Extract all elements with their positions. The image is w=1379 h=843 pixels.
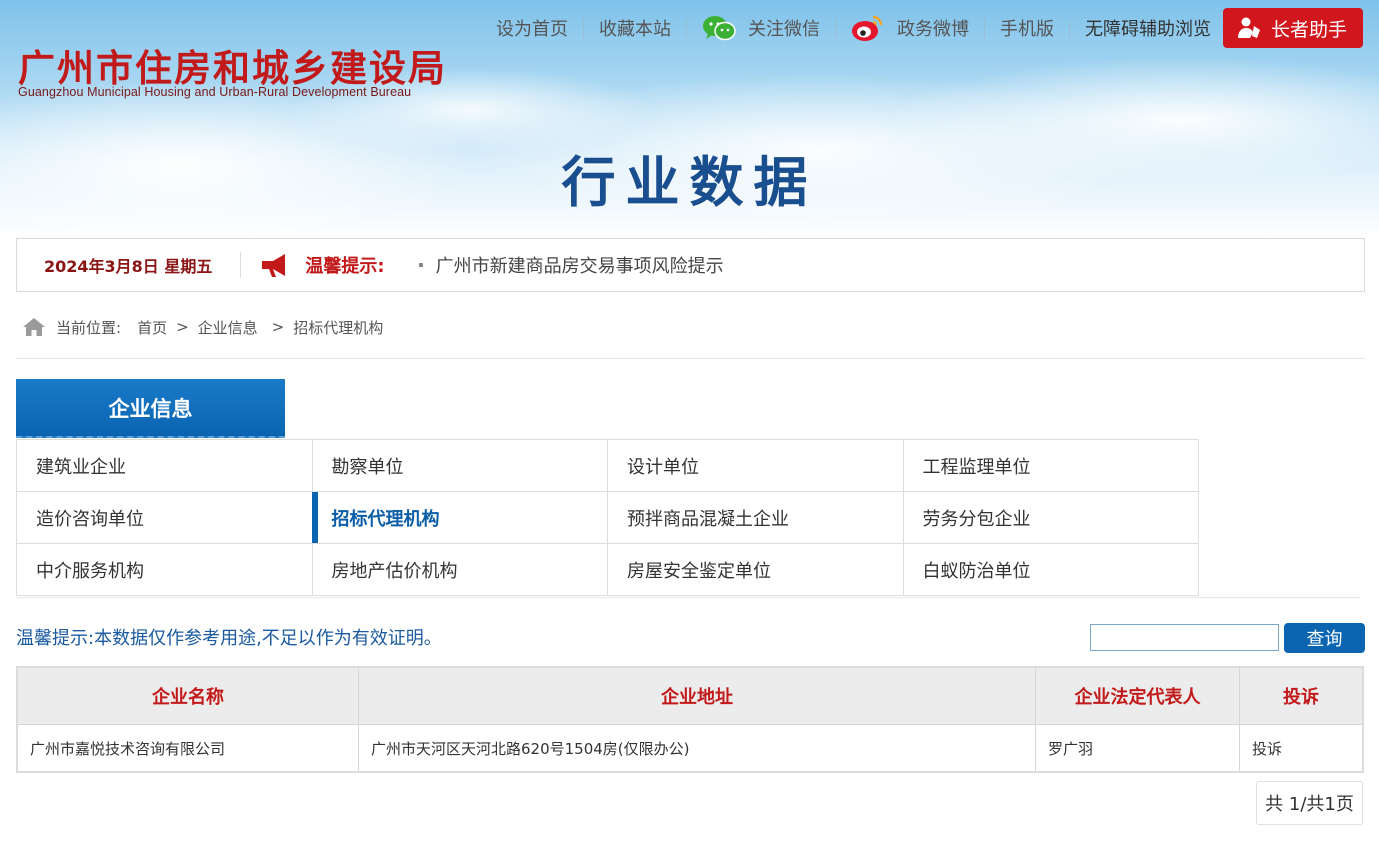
notice-bar: 2024年3月8日 星期五 温馨提示: 广州市新建商品房交易事项风险提示 [16,238,1365,292]
divider [582,18,584,38]
breadcrumb-separator: > [271,318,285,336]
set-home-link[interactable]: 设为首页 [496,15,568,41]
breadcrumb-label: 当前位置: [56,318,122,337]
divider [1068,18,1070,38]
top-links: 设为首页 收藏本站 关注微信 政务微博 手机版 无障碍辅助浏览 长者助手 [496,8,1363,48]
divider [834,18,836,38]
category-item-cost-consulting[interactable]: 造价咨询单位 [17,492,313,544]
category-item-design[interactable]: 设计单位 [608,440,904,492]
pagination-info: 共 1/共1页 [1256,781,1363,825]
bookmark-link[interactable]: 收藏本站 [599,15,671,41]
divider [685,18,687,38]
divider [983,18,985,38]
breadcrumb: 当前位置: 首页 > 企业信息 > 招标代理机构 [22,312,383,342]
search-button[interactable]: 查询 [1284,623,1365,653]
category-item-ready-mix-concrete[interactable]: 预拌商品混凝土企业 [608,492,904,544]
wechat-icon [702,16,736,41]
page-title: 行业数据 [561,151,818,214]
bullet-icon [418,263,423,267]
weibo-link[interactable]: 政务微博 [851,13,969,43]
category-tab-enterprise-info[interactable]: 企业信息 [16,379,285,438]
column-header-name: 企业名称 [16,666,359,725]
breadcrumb-separator: > [176,318,189,336]
megaphone-icon [262,254,286,277]
search-input[interactable] [1090,624,1279,651]
wechat-link-label: 关注微信 [747,19,820,40]
divider [16,358,1365,359]
category-item-house-safety[interactable]: 房屋安全鉴定单位 [608,544,904,596]
table-row: 广州市嘉悦技术咨询有限公司 广州市天河区天河北路620号1504房(仅限办公) … [16,724,1364,773]
column-header-legal-rep: 企业法定代表人 [1035,666,1240,725]
weibo-icon [851,15,883,41]
notice-item-text: 广州市新建商品房交易事项风险提示 [435,256,724,277]
home-icon [23,318,45,336]
breadcrumb-enterprise-info[interactable]: 企业信息 [198,317,258,338]
breadcrumb-home[interactable]: 首页 [137,317,167,338]
divider [16,597,1360,598]
notice-item-link[interactable]: 广州市新建商品房交易事项风险提示 [418,252,724,278]
category-item-bidding-agency[interactable]: 招标代理机构 [311,492,608,544]
category-item-construction[interactable]: 建筑业企业 [17,440,313,492]
elder-icon [1237,17,1260,38]
category-item-labor-subcontract[interactable]: 劳务分包企业 [903,492,1199,544]
category-item-intermediary[interactable]: 中介服务机构 [17,544,313,596]
table-header-row: 企业名称 企业地址 企业法定代表人 投诉 [16,666,1364,725]
notice-label-text: 温馨提示: [305,256,385,277]
breadcrumb-current[interactable]: 招标代理机构 [293,317,383,338]
elder-helper-label: 长者助手 [1270,18,1347,41]
site-logo-subtitle: Guangzhou Municipal Housing and Urban-Ru… [18,85,412,99]
category-grid: 建筑业企业 勘察单位 设计单位 工程监理单位 造价咨询单位 招标代理机构 预拌商… [16,439,1199,596]
weibo-link-label: 政务微博 [896,19,969,40]
cell-company-name: 广州市嘉悦技术咨询有限公司 [16,724,359,773]
disclaimer-tip: 温馨提示:本数据仅作参考用途,不足以作为有效证明。 [16,628,442,649]
mobile-link[interactable]: 手机版 [1000,15,1054,41]
cell-company-address: 广州市天河区天河北路620号1504房(仅限办公) [358,724,1036,773]
cell-legal-representative: 罗广羽 [1035,724,1240,773]
category-item-real-estate-appraisal[interactable]: 房地产估价机构 [312,544,608,596]
elder-helper-button[interactable]: 长者助手 [1222,8,1363,48]
current-date: 2024年3月8日 星期五 [44,257,213,276]
category-item-termite-control[interactable]: 白蚁防治单位 [903,544,1199,596]
site-logo-title[interactable]: 广州市住房和城乡建设局 [18,38,447,92]
results-table: 企业名称 企业地址 企业法定代表人 投诉 广州市嘉悦技术咨询有限公司 广州市天河… [16,666,1364,773]
divider [240,252,242,278]
accessibility-link[interactable]: 无障碍辅助浏览 [1085,15,1211,41]
notice-label: 温馨提示: [261,252,385,278]
column-header-complaint: 投诉 [1239,666,1364,725]
category-item-survey[interactable]: 勘察单位 [312,440,608,492]
column-header-address: 企业地址 [358,666,1036,725]
wechat-link[interactable]: 关注微信 [702,15,820,41]
complaint-link[interactable]: 投诉 [1239,724,1364,773]
category-item-supervision[interactable]: 工程监理单位 [903,440,1199,492]
